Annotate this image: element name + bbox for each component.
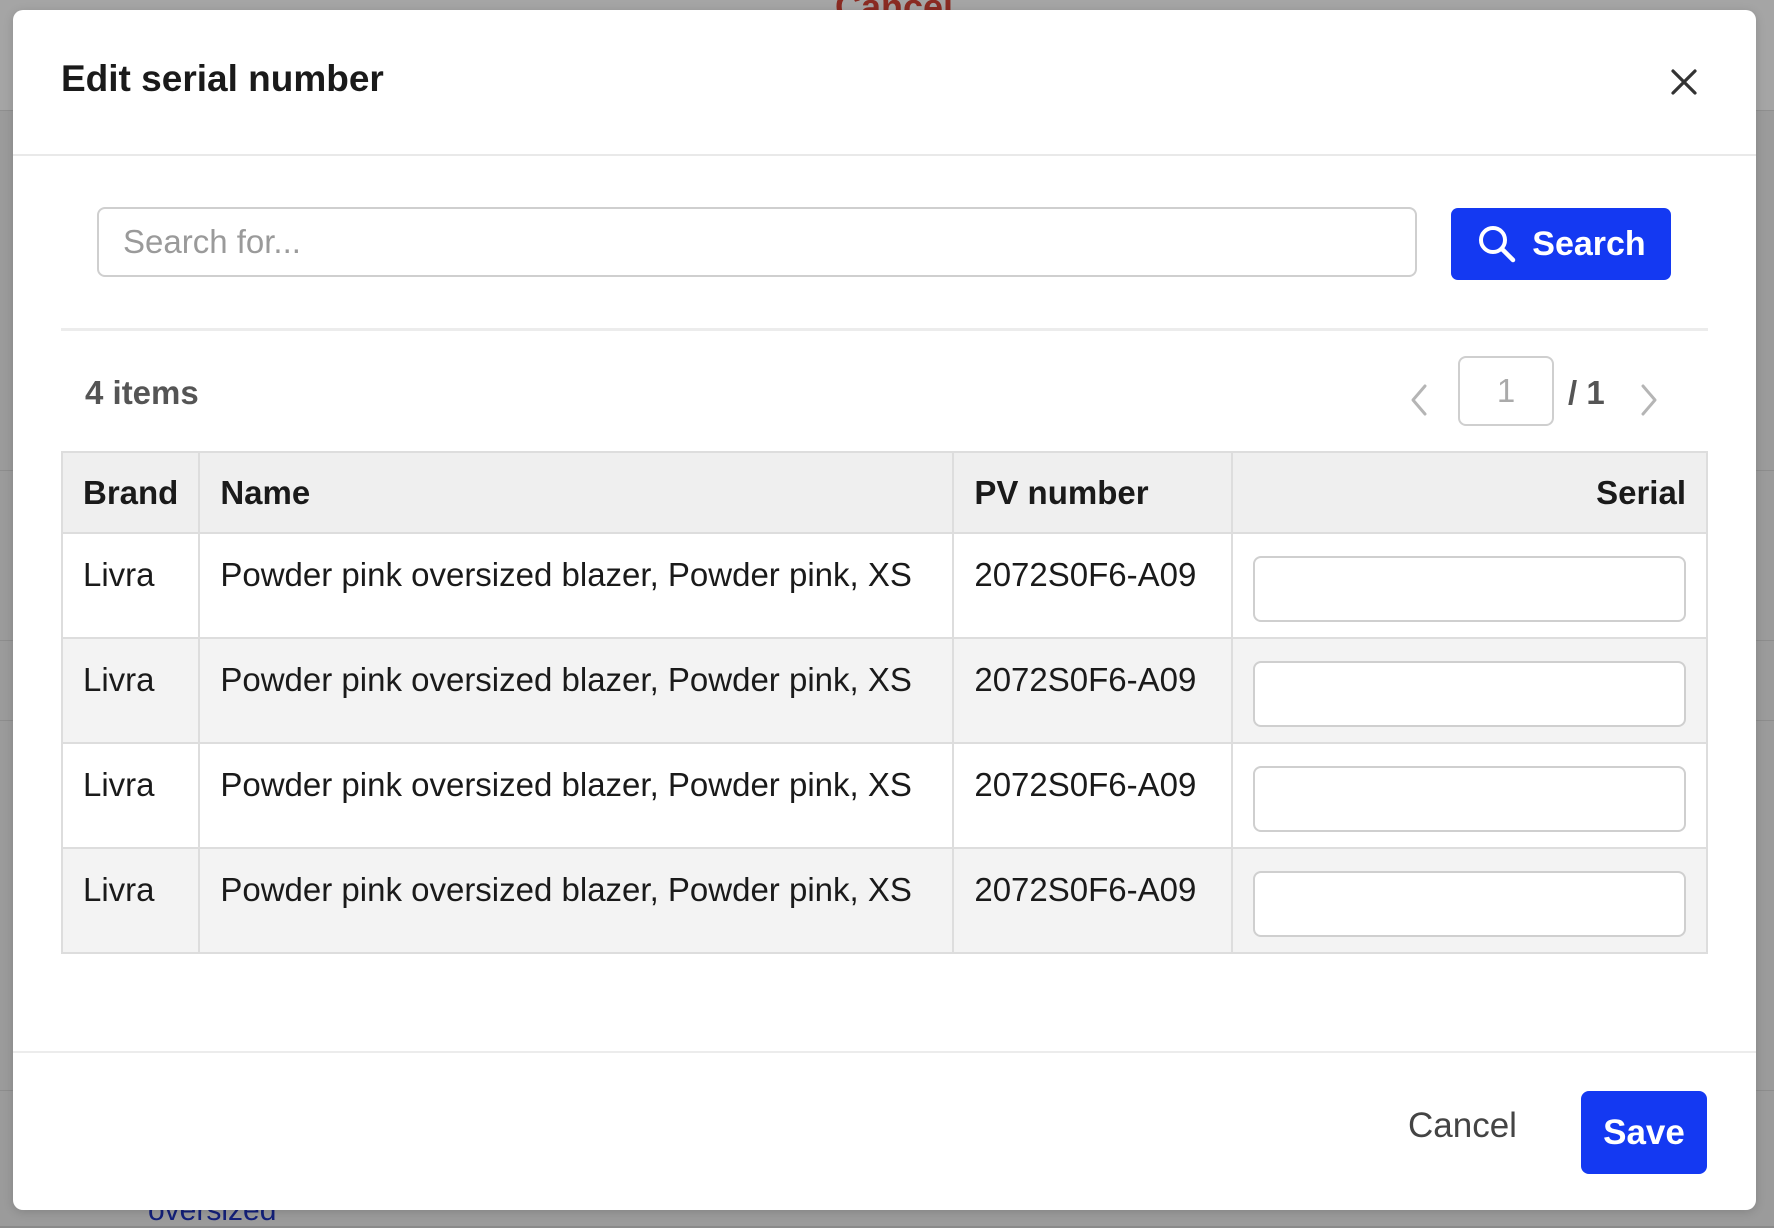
brand-cell: Livra — [60, 532, 201, 639]
name-cell: Powder pink oversized blazer, Powder pin… — [198, 742, 955, 849]
pv-number-cell: 2072S0F6-A09 — [952, 637, 1234, 744]
column-header-pv-number: PV number — [952, 451, 1234, 534]
brand-cell: Livra — [60, 637, 201, 744]
chevron-left-icon — [1411, 384, 1427, 416]
chevron-right-icon — [1641, 384, 1657, 416]
close-button[interactable] — [1664, 62, 1704, 102]
name-cell: Powder pink oversized blazer, Powder pin… — [198, 637, 955, 744]
page-number-input[interactable] — [1458, 356, 1554, 426]
name-cell: Powder pink oversized blazer, Powder pin… — [198, 532, 955, 639]
save-button[interactable]: Save — [1581, 1091, 1707, 1174]
serial-input[interactable] — [1253, 871, 1686, 937]
column-header-serial: Serial — [1231, 451, 1708, 534]
next-page-button[interactable] — [1633, 380, 1665, 420]
serial-input[interactable] — [1253, 766, 1686, 832]
modal-header: Edit serial number — [13, 10, 1756, 156]
search-icon — [1479, 226, 1516, 263]
column-header-name: Name — [198, 451, 955, 534]
pv-number-cell: 2072S0F6-A09 — [952, 532, 1234, 639]
page-total: / 1 — [1568, 374, 1605, 411]
brand-cell: Livra — [60, 742, 201, 849]
column-header-brand: Brand — [60, 451, 201, 534]
table-row: Livra Powder pink oversized blazer, Powd… — [60, 532, 1708, 639]
edit-serial-modal: Edit serial number Search 4 items / 1 Br… — [13, 10, 1756, 1210]
close-icon — [1671, 69, 1697, 95]
footer-divider — [13, 1051, 1756, 1053]
table-row: Livra Powder pink oversized blazer, Powd… — [60, 847, 1708, 954]
brand-cell: Livra — [60, 847, 201, 954]
modal-title: Edit serial number — [61, 58, 384, 99]
serial-cell — [1231, 532, 1708, 639]
table-row: Livra Powder pink oversized blazer, Powd… — [60, 637, 1708, 744]
table-row: Livra Powder pink oversized blazer, Powd… — [60, 742, 1708, 849]
serial-cell — [1231, 637, 1708, 744]
items-table: Brand Name PV number Serial Livra Powder… — [60, 451, 1708, 954]
items-count: 4 items — [85, 374, 199, 411]
serial-input[interactable] — [1253, 661, 1686, 727]
serial-cell — [1231, 742, 1708, 849]
name-cell: Powder pink oversized blazer, Powder pin… — [198, 847, 955, 954]
search-button-label: Search — [1532, 224, 1646, 263]
search-button[interactable]: Search — [1451, 208, 1671, 280]
section-divider — [61, 328, 1708, 331]
pv-number-cell: 2072S0F6-A09 — [952, 742, 1234, 849]
cancel-button[interactable]: Cancel — [1408, 1106, 1517, 1146]
table-header-row: Brand Name PV number Serial — [60, 451, 1708, 534]
search-input[interactable] — [97, 207, 1417, 277]
pv-number-cell: 2072S0F6-A09 — [952, 847, 1234, 954]
serial-input[interactable] — [1253, 556, 1686, 622]
previous-page-button[interactable] — [1403, 380, 1435, 420]
serial-cell — [1231, 847, 1708, 954]
